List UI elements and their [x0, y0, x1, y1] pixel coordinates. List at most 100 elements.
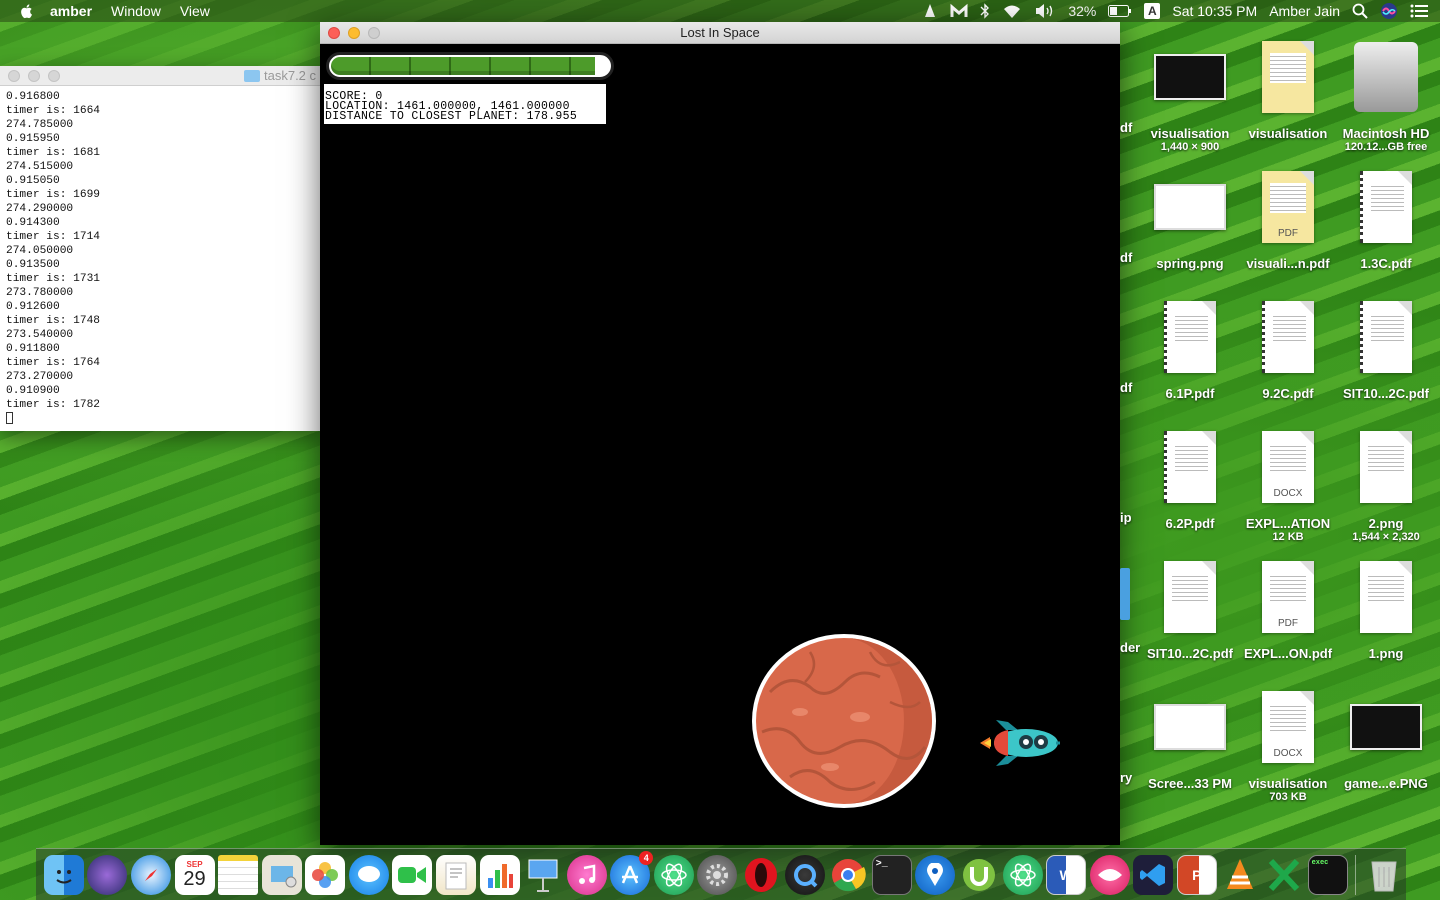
desktop-cut-label[interactable]: df [1120, 380, 1132, 395]
game-close-button[interactable] [328, 27, 340, 39]
notification-center-icon[interactable] [1410, 4, 1428, 18]
desktop-icon[interactable]: Scree...33 PM [1141, 684, 1239, 791]
desktop-icon[interactable]: SIT10...2C.pdf [1337, 294, 1435, 401]
numbers-icon[interactable] [479, 854, 520, 895]
messages-icon[interactable] [348, 854, 389, 895]
terminal-zoom-button[interactable] [48, 70, 60, 82]
textedit-icon[interactable] [436, 854, 476, 895]
desktop-icon-label: 9.2C.pdf [1262, 386, 1314, 401]
planet-sprite [752, 634, 936, 808]
desktop-cut-label[interactable]: df [1120, 250, 1132, 265]
menu-window[interactable]: Window [111, 3, 161, 19]
atom-icon[interactable] [653, 854, 694, 895]
excel-x-icon[interactable] [1264, 855, 1304, 895]
terminal-title-bar[interactable]: task7.2 c [0, 66, 320, 86]
safari-icon[interactable] [130, 854, 171, 895]
desktop-icon[interactable]: 9.2C.pdf [1239, 294, 1337, 401]
finder-icon[interactable] [43, 854, 84, 895]
desktop-icon[interactable]: 6.2P.pdf [1141, 424, 1239, 531]
atom-icon-2[interactable] [1002, 854, 1043, 895]
menu-view[interactable]: View [180, 3, 210, 19]
terminal-close-button[interactable] [8, 70, 20, 82]
vscode-icon[interactable] [1133, 854, 1174, 895]
utorrent-icon[interactable] [959, 855, 999, 895]
game-title-bar[interactable]: Lost In Space [320, 22, 1120, 44]
apple-menu-icon[interactable] [18, 2, 36, 20]
folder-icon [244, 69, 260, 82]
terminal-window[interactable]: task7.2 c 0.916800 timer is: 1664 274.78… [0, 66, 320, 431]
battery-percent[interactable]: 32% [1068, 3, 1096, 19]
wifi-icon[interactable] [1002, 3, 1022, 19]
desktop-icon[interactable]: visualisation [1239, 34, 1337, 141]
notes-icon[interactable] [218, 854, 259, 895]
terminal-cursor [6, 412, 13, 425]
battery-icon[interactable] [1108, 5, 1132, 17]
desktop-cut-label[interactable]: ry [1120, 770, 1132, 785]
input-source-icon[interactable]: A [1144, 3, 1161, 19]
desktop-icon-label: visualisation [1248, 126, 1328, 141]
calendar-icon[interactable]: SEP 29 [174, 854, 215, 895]
opera-icon[interactable] [741, 855, 781, 895]
desktop-cut-label[interactable]: df [1120, 120, 1132, 135]
exec-terminal-icon[interactable]: exec [1307, 854, 1348, 895]
spotlight-search-icon[interactable] [1352, 3, 1368, 19]
chrome-icon[interactable] [828, 855, 868, 895]
app-store-icon[interactable]: 4 [610, 850, 654, 895]
desktop-cut-label[interactable]: ip [1120, 510, 1132, 525]
desktop-icon-label: Scree...33 PM [1148, 776, 1232, 791]
photos-icon[interactable] [305, 854, 346, 895]
keynote-icon[interactable] [523, 855, 563, 895]
desktop-icon[interactable]: DOCX visualisation 703 KB [1239, 684, 1337, 803]
desktop-icon[interactable]: SIT10...2C.pdf [1141, 554, 1239, 661]
system-preferences-icon[interactable] [697, 854, 738, 895]
siri-dock-icon[interactable] [87, 854, 128, 895]
desktop-icon[interactable]: 6.1P.pdf [1141, 294, 1239, 401]
bluetooth-icon[interactable] [980, 3, 990, 19]
malwarebytes-icon[interactable] [950, 3, 968, 19]
health-bar-fill [331, 57, 596, 75]
game-minimize-button[interactable] [348, 27, 360, 39]
file-type-label: DOCX [1273, 748, 1303, 759]
desktop-icon[interactable]: visualisation 1,440 × 900 [1141, 34, 1239, 153]
preview-icon[interactable] [261, 854, 302, 895]
terminal-minimize-button[interactable] [28, 70, 40, 82]
terminal-line: timer is: 1782 [6, 399, 100, 411]
lips-app-icon[interactable] [1089, 854, 1130, 895]
desktop-icon-label: EXPL...ATION [1245, 516, 1331, 531]
powerpoint-icon[interactable]: P [1176, 854, 1217, 895]
quicktime-icon[interactable] [784, 854, 825, 895]
terminal-output[interactable]: 0.916800 timer is: 1664 274.785000 0.915… [0, 86, 320, 430]
clock[interactable]: Sat 10:35 PM [1172, 3, 1257, 19]
desktop-icon[interactable]: game...e.PNG [1337, 684, 1435, 791]
itunes-icon[interactable] [566, 854, 607, 895]
desktop-icon[interactable]: PDF visuali...n.pdf [1239, 164, 1337, 271]
game-window[interactable]: Lost In Space SCORE: 0 LOCATION: 1461.00… [320, 22, 1120, 845]
desktop-icon[interactable]: Macintosh HD 120.12...GB free [1337, 34, 1435, 153]
desktop-icon[interactable]: DOCX EXPL...ATION 12 KB [1239, 424, 1337, 543]
desktop-icon[interactable]: 2.png 1,544 × 2,320 [1337, 424, 1435, 543]
game-zoom-button[interactable] [368, 27, 380, 39]
file-type-label: PDF [1278, 228, 1298, 239]
terminal-app-icon[interactable]: >_ [871, 854, 912, 895]
user-name[interactable]: Amber Jain [1269, 3, 1340, 19]
desktop-icon[interactable]: PDF EXPL...ON.pdf [1239, 554, 1337, 661]
desktop-icon-sublabel: 120.12...GB free [1344, 141, 1428, 153]
vlc-icon[interactable] [1220, 855, 1260, 895]
desktop-partial-icon[interactable] [1120, 568, 1130, 620]
siri-icon[interactable] [1380, 2, 1398, 20]
word-icon[interactable]: W [1046, 854, 1087, 895]
image-thumbnail-icon [1154, 704, 1226, 750]
terminal-title: task7.2 c [244, 68, 316, 83]
facetime-icon[interactable] [392, 854, 433, 895]
maps-pin-icon[interactable] [915, 854, 956, 895]
vlc-status-icon[interactable] [922, 3, 938, 19]
desktop-cut-label[interactable]: der [1120, 640, 1140, 655]
volume-icon[interactable] [1034, 3, 1056, 19]
desktop-icon-label: 1.3C.pdf [1360, 256, 1412, 271]
desktop-icon[interactable]: 1.png [1337, 554, 1435, 661]
desktop-icon-label: 1.png [1368, 646, 1404, 661]
trash-icon[interactable] [1364, 855, 1404, 895]
desktop-icon[interactable]: 1.3C.pdf [1337, 164, 1435, 271]
menu-app-name[interactable]: amber [50, 3, 92, 19]
desktop-icon[interactable]: spring.png [1141, 164, 1239, 271]
